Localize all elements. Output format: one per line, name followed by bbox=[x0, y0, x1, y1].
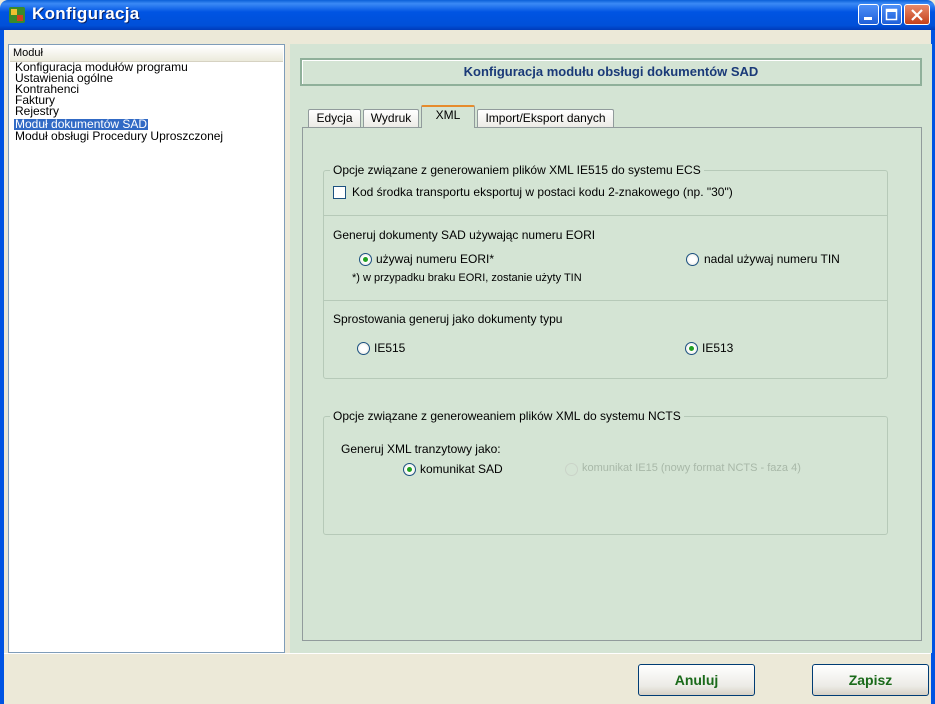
maximize-button[interactable] bbox=[881, 4, 902, 25]
xml-tab-panel: Opcje związane z generowaniem plików XML… bbox=[302, 127, 922, 641]
ncts-options-group: Opcje związane z generoweaniem plików XM… bbox=[323, 409, 888, 535]
tab-import-export[interactable]: Import/Eksport danych bbox=[477, 109, 614, 127]
divider bbox=[324, 215, 887, 216]
close-button[interactable] bbox=[904, 4, 930, 25]
tin-use-radio[interactable] bbox=[686, 253, 699, 266]
eori-use-radio[interactable] bbox=[359, 253, 372, 266]
transport-code-checkbox[interactable] bbox=[333, 186, 346, 199]
eori-use-label[interactable]: używaj numeru EORI* bbox=[376, 252, 494, 266]
minimize-button[interactable] bbox=[858, 4, 879, 25]
ncts-ie15-label[interactable]: komunikat IE15 (nowy format NCTS - faza … bbox=[582, 462, 801, 474]
module-item-registers[interactable]: Rejestry bbox=[14, 105, 224, 117]
ecs-options-group: Opcje związane z generowaniem plików XML… bbox=[323, 163, 888, 379]
eori-section-title: Generuj dokumenty SAD używając numeru EO… bbox=[333, 228, 596, 242]
ncts-transit-title: Generuj XML tranzytowy jako: bbox=[341, 442, 501, 456]
title-bar[interactable]: Konfiguracja bbox=[0, 0, 935, 30]
correction-ie513-label[interactable]: IE513 bbox=[702, 341, 733, 355]
tab-xml[interactable]: XML bbox=[421, 105, 475, 128]
footer-bar: Anuluj Zapisz bbox=[4, 653, 931, 701]
app-icon bbox=[8, 6, 26, 24]
correction-ie513-radio[interactable] bbox=[685, 342, 698, 355]
module-list[interactable]: Moduł Konfiguracja modułów programu Usta… bbox=[8, 44, 285, 653]
correction-ie515-label[interactable]: IE515 bbox=[374, 341, 405, 355]
cancel-button[interactable]: Anuluj bbox=[638, 664, 755, 696]
ecs-group-legend: Opcje związane z generowaniem plików XML… bbox=[330, 163, 704, 177]
config-panel: Konfiguracja modułu obsługi dokumentów S… bbox=[290, 44, 932, 653]
transport-code-label[interactable]: Kod środka transportu eksportuj w postac… bbox=[352, 185, 733, 199]
divider bbox=[324, 300, 887, 301]
save-button[interactable]: Zapisz bbox=[812, 664, 929, 696]
ncts-group-legend: Opcje związane z generoweaniem plików XM… bbox=[330, 409, 684, 423]
window-title: Konfiguracja bbox=[32, 4, 140, 23]
tin-use-label[interactable]: nadal używaj numeru TIN bbox=[704, 252, 840, 266]
correction-ie515-radio[interactable] bbox=[357, 342, 370, 355]
eori-note: *) w przypadku braku EORI, zostanie użyt… bbox=[352, 272, 582, 284]
tab-wydruk[interactable]: Wydruk bbox=[363, 109, 419, 127]
ncts-ie15-radio[interactable] bbox=[565, 463, 578, 476]
module-item-simplified-procedure[interactable]: Moduł obsługi Procedury Uproszczonej bbox=[14, 130, 224, 142]
ncts-sad-radio[interactable] bbox=[403, 463, 416, 476]
ncts-sad-label[interactable]: komunikat SAD bbox=[420, 462, 503, 476]
correction-section-title: Sprostowania generuj jako dokumenty typu bbox=[333, 312, 563, 326]
tab-edycja[interactable]: Edycja bbox=[308, 109, 361, 127]
panel-title: Konfiguracja modułu obsługi dokumentów S… bbox=[300, 58, 922, 86]
